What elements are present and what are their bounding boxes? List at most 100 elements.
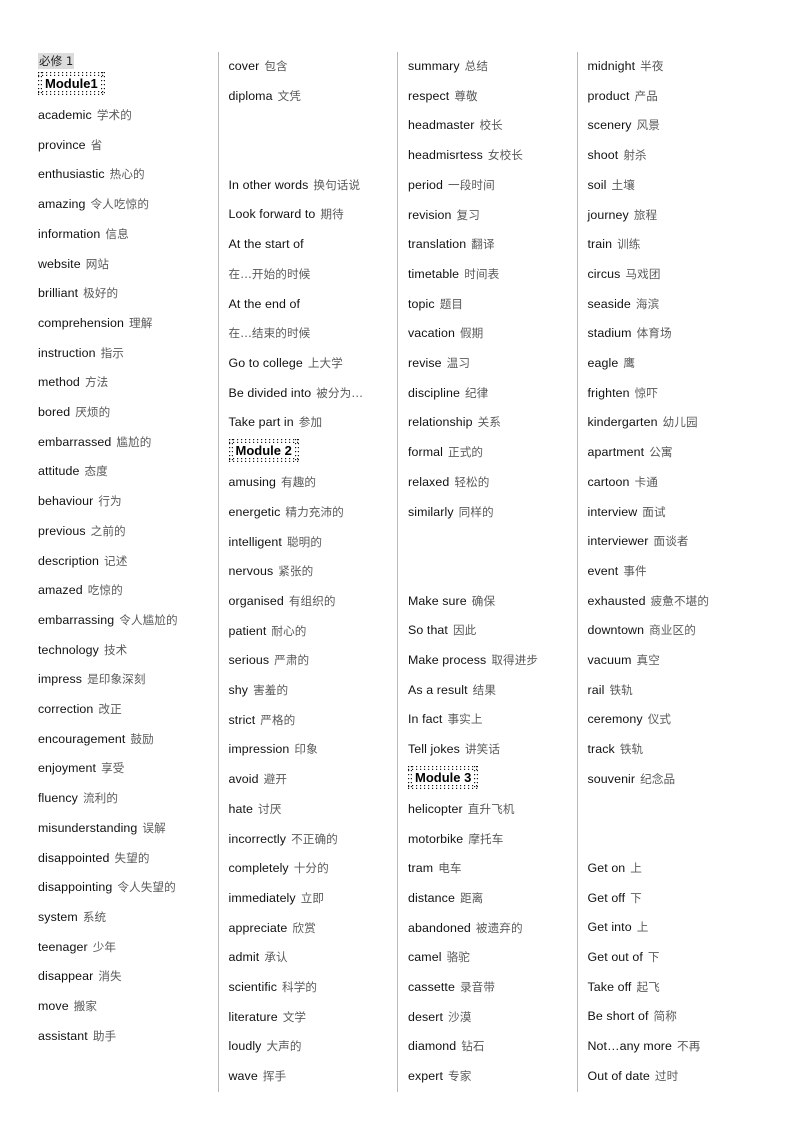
entry-chinese-translation: 海滨 [635,296,660,311]
vocabulary-entry: diploma 文凭 [229,82,388,112]
entry-english-term: frighten [587,385,630,400]
entry-chinese-translation: 旅程 [633,207,658,222]
vocabulary-entry: disappear 消失 [38,962,208,992]
vocabulary-entry: disappointed 失望的 [38,844,208,874]
entry-chinese-translation: 距离 [459,890,484,905]
entry-english-term: disappointed [38,850,110,865]
entry-chinese-translation: 聪明的 [286,534,323,549]
entry-english-term: energetic [228,504,281,519]
module-header: Module1 [38,72,105,95]
entry-english-term: seaside [587,296,631,311]
entry-english-term: topic [408,296,435,311]
entry-english-term: website [38,256,81,271]
entry-chinese-translation: 因此 [452,623,477,638]
entry-chinese-translation: 技术 [103,642,128,657]
entry-english-term: In fact [408,712,443,727]
vocabulary-entry: website 网站 [38,250,208,280]
entry-chinese-translation: 记述 [104,553,128,568]
vocabulary-entry: Get off 下 [588,884,747,914]
vocabulary-entry: Make process 取得进步 [408,646,567,676]
entry-english-term: behaviour [38,494,94,509]
vocabulary-entry: discipline 纪律 [408,379,567,409]
vocabulary-entry: misunderstanding 误解 [38,814,208,844]
book-title-row: 必修 1 [38,52,208,71]
entry-english-term: translation [408,237,467,252]
entry-chinese-translation: 土壤 [611,177,635,192]
entry-chinese-translation: 系统 [82,909,107,924]
vocabulary-entry: headmaster 校长 [408,111,567,141]
entry-chinese-translation: 关系 [477,415,501,430]
entry-english-term: system [38,909,78,924]
entry-english-term: apartment [587,445,645,460]
module-header-row: Module 3 [408,765,567,795]
entry-chinese-translation: 一段时间 [448,177,495,192]
entry-english-term: technology [38,642,99,657]
entry-chinese-translation: 上 [630,860,642,875]
entry-chinese-translation: 下 [647,950,660,965]
vocabulary-entry: 在…结束的时候 [229,319,388,349]
entry-english-term: timetable [408,266,460,281]
entry-chinese-translation: 商业区的 [649,623,696,638]
entry-english-term: impress [38,672,83,687]
entry-english-term: expert [408,1069,444,1084]
entry-chinese-translation: 厌烦的 [75,405,111,420]
vocabulary-entry: topic 题目 [408,290,567,320]
entry-chinese-translation: 钻石 [461,1039,485,1054]
entry-english-term: hate [228,801,254,816]
entry-chinese-translation: 在…结束的时候 [228,326,311,341]
vocabulary-entry: So that 因此 [408,616,567,646]
entry-english-term: circus [587,266,621,281]
entry-english-term: downtown [587,623,645,638]
module-header-label: Module 3 [415,769,472,785]
vocabulary-entry: formal 正式的 [408,438,567,468]
entry-chinese-translation: 产品 [634,88,658,103]
entry-english-term: embarrassed [38,434,112,449]
blank-line-spacer [588,824,747,854]
entry-english-term: Get on [587,860,626,875]
entry-english-term: misunderstanding [38,820,138,835]
entry-chinese-translation: 网站 [85,256,110,271]
vocabulary-entry: relationship 关系 [408,408,567,438]
vocabulary-entry: bored 厌烦的 [38,398,208,428]
book-title: 必修 1 [38,53,75,69]
entry-english-term: Not…any more [587,1039,673,1054]
entry-chinese-translation: 事实上 [447,712,483,727]
entry-english-term: So that [408,623,448,638]
entry-english-term: track [587,742,615,757]
vocabulary-entry: energetic 精力充沛的 [229,498,388,528]
entry-english-term: relationship [408,415,473,430]
entry-chinese-translation: 严格的 [260,712,296,727]
entry-english-term: instruction [38,345,96,360]
vocabulary-entry: disappointing 令人失望的 [38,873,208,903]
entry-english-term: summary [408,59,460,73]
vocabulary-entry: nervous 紧张的 [229,557,388,587]
entry-english-term: cover [228,59,260,73]
entry-chinese-translation: 风景 [636,118,660,133]
entry-chinese-translation: 误解 [142,820,166,835]
vocabulary-entry: enjoyment 享受 [38,754,208,784]
entry-chinese-translation: 面谈者 [653,534,689,549]
vocabulary-entry: admit 承认 [229,943,388,973]
columns-container: 必修 1 Module1 academic 学术的 province 省 enthusias… [38,52,756,1092]
vocabulary-entry: revise 温习 [408,349,567,379]
entry-english-term: move [38,999,69,1014]
entry-chinese-translation: 搬家 [73,999,98,1014]
entry-chinese-translation: 轻松的 [454,474,490,489]
entry-english-term: academic [38,108,92,122]
entry-chinese-translation: 大声的 [266,1039,302,1054]
entry-english-term: As a result [408,682,468,697]
entry-english-term: motorbike [408,831,464,846]
entry-chinese-translation: 同样的 [458,504,494,519]
vocabulary-entry: ceremony 仪式 [588,705,747,735]
vocabulary-entry: summary 总结 [408,52,567,82]
module-header: Module 3 [408,765,479,789]
entry-english-term: teenager [38,939,88,954]
entry-english-term: helicopter [408,801,463,816]
entry-english-term: incorrectly [228,831,287,846]
entry-chinese-translation: 指示 [100,345,124,360]
vocabulary-entry: impression 印象 [229,735,388,765]
entry-chinese-translation: 有组织的 [288,593,336,608]
entry-chinese-translation: 严肃的 [274,653,310,668]
entry-chinese-translation: 文凭 [277,88,301,103]
entry-chinese-translation: 题目 [439,296,464,311]
